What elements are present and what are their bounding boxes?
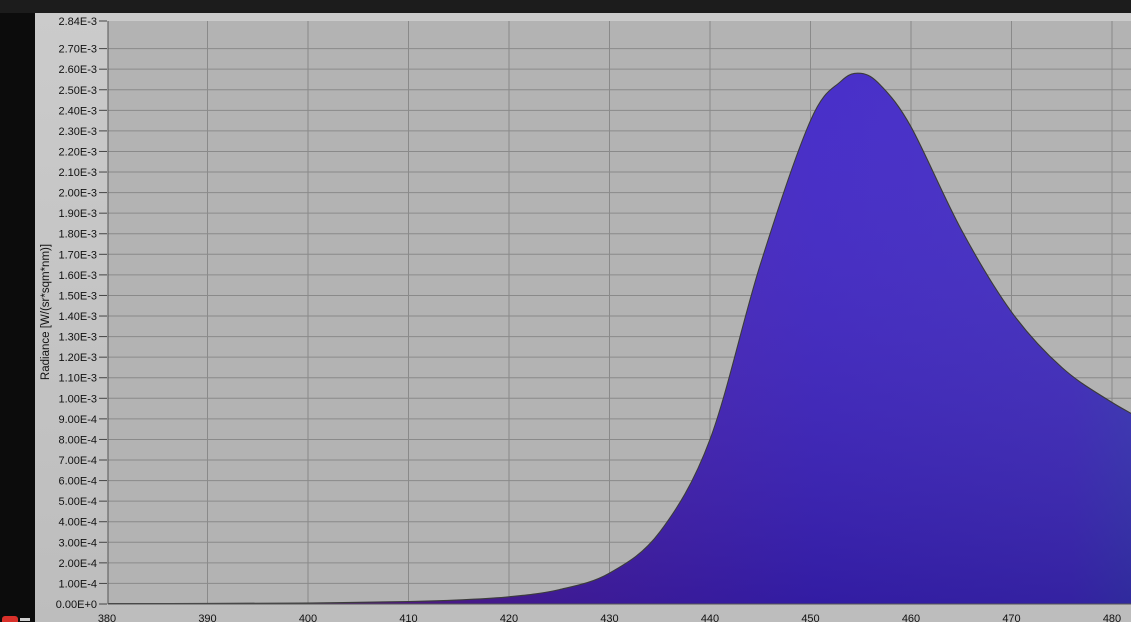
y-tick-label: 8.00E-4 <box>58 434 97 446</box>
y-tick-label: 7.00E-4 <box>58 455 97 467</box>
y-tick-label: 2.40E-3 <box>58 105 97 117</box>
y-tick-label: 3.00E-4 <box>58 537 97 549</box>
x-tick-label: 480 <box>1103 613 1121 622</box>
y-tick-label: 1.40E-3 <box>58 311 97 323</box>
y-tick-label: 2.50E-3 <box>58 85 97 97</box>
top-bar <box>0 0 1131 13</box>
y-tick-label: 1.90E-3 <box>58 208 97 220</box>
y-tick-label: 9.00E-4 <box>58 414 97 426</box>
y-tick-label: 2.20E-3 <box>58 146 97 158</box>
x-tick-label: 420 <box>500 613 518 622</box>
left-bar <box>0 13 35 622</box>
y-tick-label: 4.00E-4 <box>58 517 97 529</box>
y-tick-label: 2.84E-3 <box>58 16 97 28</box>
spectrum-chart: 0.00E+0 1.00E-4 2.00E-4 3.00E-4 4.00E-4 5.00E… <box>35 13 1131 622</box>
y-tick-label: 1.60E-3 <box>58 270 97 282</box>
y-tick-label: 2.60E-3 <box>58 64 97 76</box>
y-tick-label: 6.00E-4 <box>58 476 97 488</box>
y-tick-label: 2.70E-3 <box>58 44 97 56</box>
x-tick-label: 410 <box>399 613 417 622</box>
y-tick-label: 1.70E-3 <box>58 249 97 261</box>
y-tick-label: 1.20E-3 <box>58 352 97 364</box>
y-tick-label: 1.00E-4 <box>58 578 97 590</box>
y-tick-label: 2.00E-3 <box>58 188 97 200</box>
x-tick-label: 440 <box>701 613 719 622</box>
y-axis-title: Radiance [W/(sr*sqm*nm)] <box>40 244 52 380</box>
x-tick-label: 400 <box>299 613 317 622</box>
x-tick-label: 390 <box>198 613 216 622</box>
x-tick-label: 380 <box>98 613 116 622</box>
y-tick-label: 1.50E-3 <box>58 290 97 302</box>
y-tick-label: 5.00E-4 <box>58 496 97 508</box>
y-tick-label: 0.00E+0 <box>56 599 97 611</box>
x-tick-label: 460 <box>902 613 920 622</box>
y-tick-label: 1.80E-3 <box>58 229 97 241</box>
y-tick-label: 2.00E-4 <box>58 558 97 570</box>
y-tick-label: 1.00E-3 <box>58 393 97 405</box>
x-tick-label: 470 <box>1002 613 1020 622</box>
chart-svg: 0.00E+0 1.00E-4 2.00E-4 3.00E-4 4.00E-4 5.00E… <box>35 13 1131 622</box>
y-tick-label: 2.30E-3 <box>58 126 97 138</box>
y-tick-label: 1.10E-3 <box>58 373 97 385</box>
y-tick-label: 2.10E-3 <box>58 167 97 179</box>
x-tick-label: 450 <box>801 613 819 622</box>
x-tick-label: 430 <box>600 613 618 622</box>
corner-mark <box>2 616 30 622</box>
y-tick-label: 1.30E-3 <box>58 332 97 344</box>
